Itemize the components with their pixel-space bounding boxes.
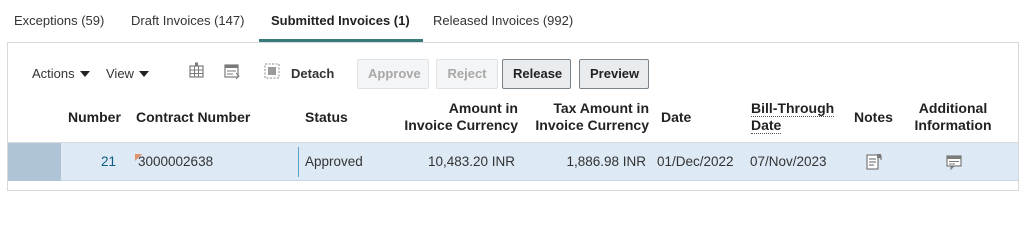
header-bill-through-line2: Date bbox=[751, 117, 782, 134]
header-additional-line2: Information bbox=[914, 117, 992, 133]
table-header: Number Contract Number Status Amount in … bbox=[8, 95, 1018, 143]
status-cell: Approved bbox=[305, 154, 363, 169]
header-tax-line2: Invoice Currency bbox=[535, 117, 649, 133]
invoice-tabs: Exceptions (59) Draft Invoices (147) Sub… bbox=[0, 0, 1026, 42]
header-status[interactable]: Status bbox=[305, 109, 348, 126]
cell-focus-separator bbox=[298, 147, 299, 177]
invoice-table-panel: Actions View Detach Approve Reject Relea bbox=[7, 42, 1019, 191]
contract-number-cell: 3000002638 bbox=[138, 154, 214, 169]
tab-draft-invoices[interactable]: Draft Invoices (147) bbox=[131, 13, 244, 28]
header-amount[interactable]: Amount in Invoice Currency bbox=[392, 100, 518, 134]
detach-icon[interactable] bbox=[262, 61, 282, 81]
date-cell: 01/Dec/2022 bbox=[657, 154, 734, 169]
header-amount-line1: Amount in bbox=[448, 100, 518, 116]
header-bill-through-date[interactable]: Bill-Through Date bbox=[751, 100, 835, 134]
header-contract-number[interactable]: Contract Number bbox=[136, 109, 250, 126]
view-menu-label: View bbox=[106, 66, 134, 81]
header-additional-information[interactable]: Additional Information bbox=[908, 100, 998, 134]
table-row[interactable]: 21 3000002638 Approved 10,483.20 INR 1,8… bbox=[8, 143, 1018, 181]
wrap-icon[interactable] bbox=[222, 61, 242, 81]
caret-down-icon bbox=[79, 71, 90, 77]
caret-down-icon bbox=[138, 71, 149, 77]
header-number[interactable]: Number bbox=[68, 109, 121, 126]
approve-button[interactable]: Approve bbox=[357, 59, 429, 89]
detach-button[interactable]: Detach bbox=[291, 66, 334, 81]
bill-through-date-cell: 07/Nov/2023 bbox=[750, 154, 827, 169]
reject-button[interactable]: Reject bbox=[436, 59, 498, 89]
amount-cell: 10,483.20 INR bbox=[427, 154, 515, 169]
header-tax-line1: Tax Amount in bbox=[553, 100, 649, 116]
header-date[interactable]: Date bbox=[661, 109, 691, 126]
preview-button[interactable]: Preview bbox=[579, 59, 649, 89]
header-notes[interactable]: Notes bbox=[854, 109, 893, 126]
view-menu[interactable]: View bbox=[106, 66, 149, 81]
additional-info-icon[interactable] bbox=[945, 153, 963, 171]
actions-menu[interactable]: Actions bbox=[32, 66, 90, 81]
row-selector[interactable] bbox=[8, 143, 61, 181]
invoice-number-link[interactable]: 21 bbox=[68, 154, 116, 169]
actions-menu-label: Actions bbox=[32, 66, 75, 81]
header-bill-through-line1: Bill-Through bbox=[751, 100, 835, 117]
tab-submitted-invoices[interactable]: Submitted Invoices (1) bbox=[271, 13, 410, 28]
release-button[interactable]: Release bbox=[502, 59, 571, 89]
tax-amount-cell: 1,886.98 INR bbox=[566, 154, 646, 169]
header-additional-line1: Additional bbox=[918, 100, 988, 116]
tab-exceptions[interactable]: Exceptions (59) bbox=[14, 13, 104, 28]
notes-icon[interactable] bbox=[865, 153, 883, 171]
freeze-columns-icon[interactable] bbox=[187, 61, 207, 81]
header-amount-line2: Invoice Currency bbox=[404, 117, 518, 133]
header-tax-amount[interactable]: Tax Amount in Invoice Currency bbox=[523, 100, 649, 134]
tab-released-invoices[interactable]: Released Invoices (992) bbox=[433, 13, 573, 28]
table-toolbar: Actions View Detach Approve Reject Relea bbox=[8, 43, 1018, 93]
